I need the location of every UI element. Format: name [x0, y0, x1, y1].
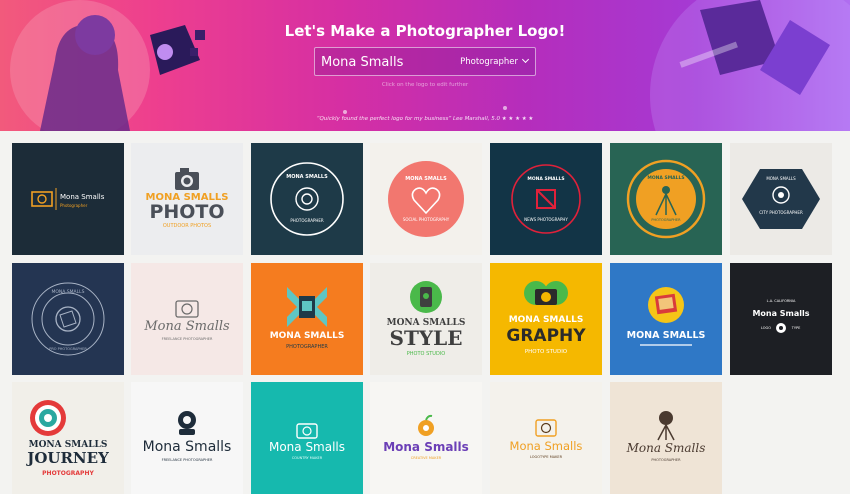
aperture-icon [31, 282, 105, 356]
aperture-icon [511, 164, 581, 234]
logo-label-left: LOGO [760, 326, 772, 330]
logo-tagline: PHOTOGRAPHER [651, 458, 681, 462]
logo-tagline: FREELANCE PHOTOGRAPHER [161, 458, 213, 462]
logo-name: Mona Smalls [60, 193, 105, 201]
logo-tile-11[interactable]: MONA SMALLS STYLE PHOTO STUDIO [370, 263, 482, 375]
logo-tagline: PRO PHOTOGRAPHER [49, 347, 87, 351]
logo-name: Mona Smalls [142, 439, 232, 455]
logo-name: Mona Smalls [626, 441, 706, 455]
logo-tile-1[interactable]: Mona Smalls Photographer [12, 143, 124, 255]
divider [640, 344, 692, 346]
logo-name: MONA SMALLS [405, 176, 447, 182]
film-camera-icon [287, 287, 327, 327]
logo-name: MONA SMALLS [508, 315, 584, 325]
logo-tagline: SOCIAL PHOTOGRAPHY [402, 217, 450, 222]
logo-name: MONA SMALLS [766, 176, 796, 181]
logo-tile-5[interactable]: MONA SMALLS NEWS PHOTOGRAPHY [490, 143, 602, 255]
logo-tile-17[interactable]: Mona Smalls COUNTRY MAKER [251, 382, 363, 494]
logo-tagline: NEWS PHOTOGRAPHY [524, 217, 568, 222]
testimonial: “Quickly found the perfect logo for my b… [0, 116, 850, 122]
logo-name: Mona Smalls [509, 439, 583, 453]
logo-tagline: CITY PHOTOGRAPHER [759, 210, 803, 215]
logo-tile-8[interactable]: MONA SMALLS PRO PHOTOGRAPHER [12, 263, 124, 375]
logo-tile-9[interactable]: Mona Smalls FREELANCE PHOTOGRAPHER [131, 263, 243, 375]
business-name-input[interactable] [321, 53, 461, 71]
page-title: Let's Make a Photographer Logo! [284, 22, 566, 40]
logo-name: MONA SMALLS [286, 174, 328, 180]
logo-tile-18[interactable]: Mona Smalls CREATIVE MAKER [370, 382, 482, 494]
category-select[interactable]: Photographer [460, 53, 531, 71]
logo-tile-7[interactable]: MONA SMALLS CITY PHOTOGRAPHER [730, 143, 832, 255]
logo-search-box: Photographer [314, 47, 536, 76]
hexagon-camera-icon [742, 169, 820, 229]
logo-title: STYLE [389, 326, 463, 350]
logo-tile-3[interactable]: MONA SMALLS PHOTOGRAPHER [251, 143, 363, 255]
logo-tile-2[interactable]: MONA SMALLS PHOTO OUTDOOR PHOTOS [131, 143, 243, 255]
logo-tile-10[interactable]: MONA SMALLS PHOTOGRAPHER [251, 263, 363, 375]
hero-banner: Let's Make a Photographer Logo! Photogra… [0, 0, 850, 131]
logo-tagline: PHOTOGRAPHER [290, 218, 324, 223]
testimonial-quote: “Quickly found the perfect logo for my b… [316, 116, 452, 122]
logo-tile-12[interactable]: MONA SMALLS GRAPHY PHOTO STUDIO [490, 263, 602, 375]
logo-tagline: PHOTO STUDIO [524, 349, 568, 355]
logo-tile-6[interactable]: MONA SMALLS PHOTOGRAPHER [610, 143, 722, 255]
category-select-value: Photographer [460, 57, 518, 67]
camera-icon [535, 419, 557, 437]
logo-name: MONA SMALLS [527, 177, 565, 182]
logo-tagline: PHOTOGRAPHER [651, 218, 681, 222]
heart-icon [388, 161, 464, 237]
logo-tile-16[interactable]: Mona Smalls FREELANCE PHOTOGRAPHER [131, 382, 243, 494]
camera-pin-icon [776, 323, 786, 333]
logo-tagline: Photographer [60, 203, 88, 208]
logo-name: Mona Smalls [268, 440, 346, 454]
photographer-icon [178, 411, 196, 435]
logo-tagline: PHOTO STUDIO [406, 351, 446, 357]
logo-tile-19[interactable]: Mona Smalls LOGOTYPE MAKER [490, 382, 602, 494]
logo-name: Mona Smalls [383, 440, 469, 454]
logo-tagline: LOGOTYPE MAKER [529, 455, 563, 459]
logo-name: Mona Smalls [144, 319, 230, 334]
camera-icon [296, 423, 318, 439]
logo-tagline: PHOTOGRAPHY [42, 470, 94, 477]
logo-name: MONA SMALLS [269, 331, 345, 341]
logo-tile-13[interactable]: MONA SMALLS [610, 263, 722, 375]
logo-title: GRAPHY [506, 326, 586, 346]
testimonial-author: Lee Marshall, 5.0 [452, 116, 500, 122]
rating-stars: ★ ★ ★ ★ ★ [501, 116, 534, 122]
tripod-icon [657, 411, 675, 441]
hint-text: Click on the logo to edit further [381, 82, 469, 88]
aperture-icon [30, 400, 66, 436]
logo-tagline: OUTDOOR PHOTOS [162, 223, 212, 229]
logo-tile-4[interactable]: MONA SMALLS SOCIAL PHOTOGRAPHY [370, 143, 482, 255]
chevron-down-icon [521, 55, 530, 64]
logo-tagline: PHOTOGRAPHER [286, 344, 328, 350]
logo-tile-20[interactable]: Mona Smalls PHOTOGRAPHER [610, 382, 722, 494]
orange-camera-icon [418, 414, 434, 436]
logo-title: JOURNEY [27, 449, 109, 467]
tripod-icon [626, 159, 706, 239]
logo-name: MONA SMALLS [51, 290, 85, 295]
logo-tagline: COUNTRY MAKER [291, 456, 323, 460]
logo-tagline: FREELANCE PHOTOGRAPHER [161, 337, 213, 341]
logo-title: PHOTO [149, 201, 225, 223]
logo-name: MONA SMALLS [647, 176, 685, 181]
logo-tagline: CREATIVE MAKER [410, 456, 442, 460]
logo-label-right: TYPE [791, 326, 801, 330]
logo-tile-15[interactable]: MONA SMALLS JOURNEY PHOTOGRAPHY [12, 382, 124, 494]
logo-tile-14[interactable]: L.A. CALIFORNIA Mona Smalls LOGO TYPE [730, 263, 832, 375]
badge-icon [270, 162, 344, 236]
